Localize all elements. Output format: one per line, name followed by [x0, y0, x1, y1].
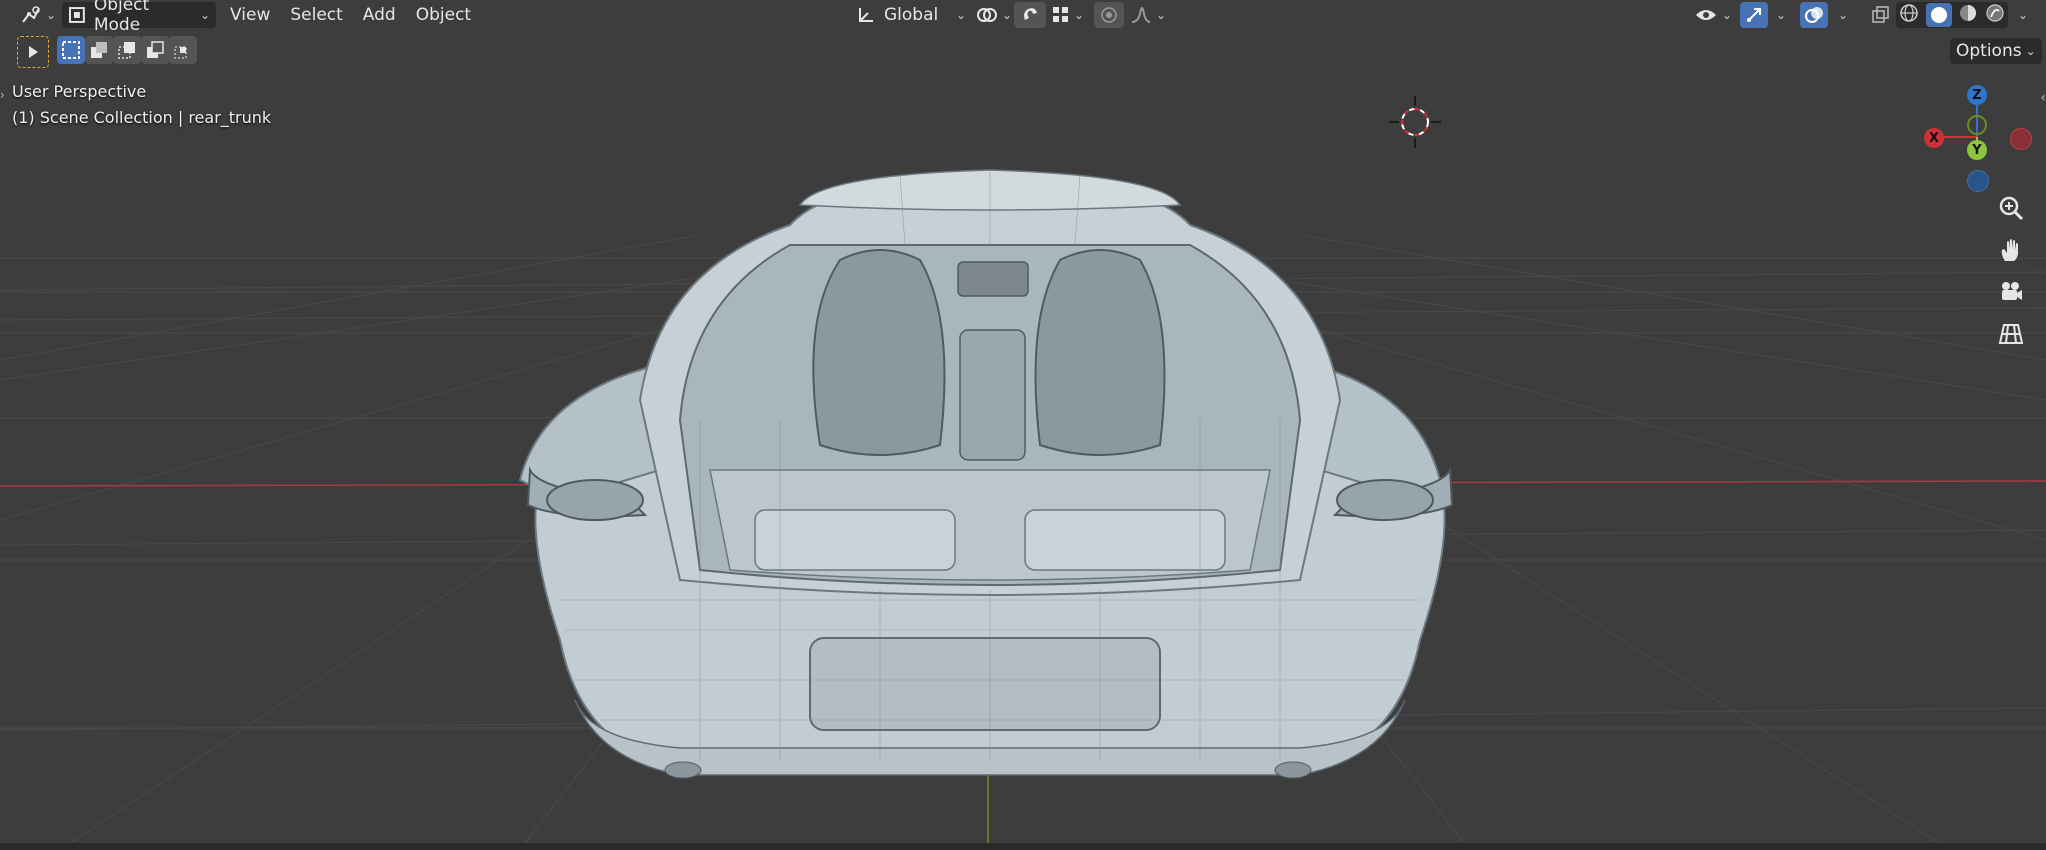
falloff-curve-icon [1131, 6, 1151, 23]
camera-icon[interactable] [1998, 279, 2032, 313]
falloff-dropdown[interactable]: ⌄ [1124, 2, 1172, 28]
wireframe-shading-icon[interactable] [1899, 3, 1919, 28]
select-intersect-mode[interactable] [169, 36, 197, 64]
overlays-icon [1805, 7, 1823, 23]
3d-cursor-icon [1389, 96, 1441, 148]
chevron-down-icon: ⌄ [1002, 8, 1013, 22]
menu-object[interactable]: Object [406, 2, 481, 28]
menu-add[interactable]: Add [353, 2, 406, 28]
menu-select[interactable]: Select [280, 2, 352, 28]
gizmo-icon [1747, 8, 1761, 22]
chevron-down-icon: ⌄ [2018, 8, 2029, 22]
n-panel-expand-icon[interactable]: ‹ [2040, 90, 2046, 106]
chevron-down-icon: ⌄ [2025, 44, 2036, 58]
mode-selector[interactable]: Object Mode ⌄ [62, 0, 216, 35]
gizmo-z-label: Z [1972, 87, 1982, 103]
proportional-editing-toggle[interactable] [1094, 2, 1124, 28]
snap-target-dropdown[interactable]: ⌄ [1046, 2, 1090, 28]
solid-shading-icon[interactable] [1925, 3, 1952, 27]
view-perspective-label: User Perspective [12, 82, 147, 101]
grid-projection-icon[interactable] [1998, 321, 2032, 355]
sidebar-expand-icon[interactable]: › [0, 88, 5, 102]
material-preview-icon[interactable] [1958, 3, 1978, 28]
gizmo-y-label: Y [1972, 142, 1982, 158]
3d-viewport[interactable]: User Perspective (1) Scene Collection | … [0, 0, 2046, 850]
select-intersect-icon [174, 46, 187, 59]
object-mode-icon [68, 7, 85, 23]
pivot-point-dropdown[interactable]: ⌄ [970, 2, 1018, 28]
eye-icon [1696, 10, 1716, 20]
options-label: Options [1956, 41, 2022, 61]
zoom-icon[interactable] [1998, 195, 2032, 229]
select-invert-mode[interactable] [141, 36, 169, 64]
select-invert-icon [147, 41, 164, 58]
chevron-down-icon: ⌄ [955, 8, 966, 22]
select-tool-button[interactable] [17, 36, 49, 68]
chevron-down-icon: ⌄ [1838, 8, 1849, 22]
overlays-toggle[interactable] [1800, 2, 1828, 28]
chevron-down-icon: ⌄ [199, 8, 210, 22]
select-new-icon [62, 41, 80, 59]
chevron-down-icon: ⌄ [1156, 8, 1167, 22]
transform-orientation-label: Global [884, 5, 939, 25]
viewport-scene [0, 96, 2046, 850]
mode-label: Object Mode [93, 0, 150, 35]
xray-icon [1872, 6, 1889, 23]
menu-view[interactable]: View [220, 2, 280, 28]
select-subtract-icon [118, 42, 135, 59]
scene-collection-label: (1) Scene Collection | rear_trunk [12, 108, 272, 127]
gizmo-dropdown[interactable]: ⌄ [1768, 2, 1790, 28]
chevron-down-icon: ⌄ [46, 8, 57, 22]
select-extend-icon [91, 42, 107, 58]
gizmo-y-axis[interactable]: Y [1967, 140, 1987, 160]
shading-modes [1896, 2, 2008, 28]
tool-settings-row: Options ⌄ [0, 36, 2046, 68]
cursor-arrow-icon [29, 46, 38, 58]
viewport-header: ⌄ Object Mode ⌄ View Select Add Object G… [0, 0, 2046, 35]
overlays-dropdown[interactable]: ⌄ [1830, 2, 1852, 28]
xray-toggle[interactable] [1866, 2, 1894, 28]
rendered-shading-icon[interactable] [1985, 3, 2005, 28]
shading-dropdown[interactable]: ⌄ [2010, 2, 2032, 28]
select-new-mode[interactable] [57, 36, 85, 64]
snap-toggle[interactable] [1014, 2, 1046, 28]
editor-type-button[interactable]: ⌄ [14, 2, 62, 28]
select-subtract-mode[interactable] [113, 36, 141, 64]
pivot-point-icon [977, 8, 997, 22]
gizmo-neg-x-axis[interactable] [2010, 128, 2032, 150]
editor-type-icon [22, 6, 40, 23]
chevron-down-icon: ⌄ [1074, 8, 1085, 22]
chevron-down-icon: ⌄ [1776, 8, 1787, 22]
snap-increment-icon [1053, 7, 1068, 22]
transform-orientation-dropdown[interactable]: Global ⌄ [850, 2, 972, 28]
gizmo-neg-z-axis[interactable] [1967, 170, 1989, 192]
header-menus: View Select Add Object [220, 2, 481, 28]
snap-icon [1024, 8, 1037, 20]
visibility-dropdown[interactable]: ⌄ [1688, 2, 1738, 28]
proportional-editing-icon [1101, 7, 1117, 23]
options-dropdown[interactable]: Options ⌄ [1950, 38, 2042, 64]
hand-icon[interactable] [1998, 237, 2032, 271]
transform-orientation-icon [859, 8, 873, 22]
chevron-down-icon: ⌄ [1722, 8, 1733, 22]
select-extend-mode[interactable] [85, 36, 113, 64]
gizmo-x-label: X [1928, 130, 1940, 146]
gizmo-x-axis[interactable]: X [1924, 128, 1944, 148]
gizmo-z-axis[interactable]: Z [1967, 85, 1987, 105]
gizmo-toggle[interactable] [1740, 2, 1768, 28]
car-model [518, 169, 1454, 779]
